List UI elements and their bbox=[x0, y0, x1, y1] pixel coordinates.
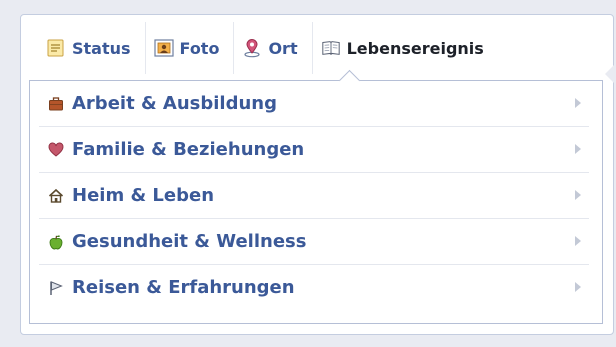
house-icon bbox=[47, 187, 65, 205]
book-icon bbox=[321, 38, 341, 58]
photo-icon bbox=[153, 38, 174, 58]
menu-item-label: Gesundheit & Wellness bbox=[72, 231, 307, 252]
menu-item-family-relationships[interactable]: Familie & Beziehungen bbox=[39, 127, 589, 173]
menu-item-label: Familie & Beziehungen bbox=[72, 139, 305, 160]
tab-life-event-label: Lebensereignis bbox=[346, 38, 484, 58]
menu-item-travel-experiences[interactable]: Reisen & Erfahrungen bbox=[39, 265, 589, 310]
tab-life-event[interactable]: Lebensereignis bbox=[313, 22, 498, 74]
tab-status[interactable]: Status bbox=[38, 22, 146, 74]
chevron-right-icon bbox=[575, 236, 581, 246]
tab-photo[interactable]: Foto bbox=[146, 22, 235, 74]
tab-status-label: Status bbox=[72, 38, 131, 58]
chevron-right-icon bbox=[575, 98, 581, 108]
life-event-menu: Arbeit & Ausbildung Familie & Beziehunge… bbox=[29, 69, 603, 324]
menu-item-health-wellness[interactable]: Gesundheit & Wellness bbox=[39, 219, 589, 265]
menu-item-label: Reisen & Erfahrungen bbox=[72, 277, 295, 298]
tab-photo-label: Foto bbox=[179, 38, 220, 58]
status-icon bbox=[46, 38, 66, 58]
flag-icon bbox=[47, 279, 65, 297]
life-event-composer: Status Foto Ort Lebensereignis Arbeit & … bbox=[20, 14, 614, 335]
menu-item-work-education[interactable]: Arbeit & Ausbildung bbox=[39, 81, 589, 127]
menu-item-label: Heim & Leben bbox=[72, 185, 215, 206]
menu-item-home-living[interactable]: Heim & Leben bbox=[39, 173, 589, 219]
heart-icon bbox=[47, 141, 65, 159]
chevron-right-icon bbox=[575, 282, 581, 292]
menu-item-label: Arbeit & Ausbildung bbox=[72, 93, 277, 114]
chevron-right-icon bbox=[575, 190, 581, 200]
briefcase-icon bbox=[47, 95, 65, 113]
location-pin-icon bbox=[242, 38, 262, 58]
tab-location[interactable]: Ort bbox=[234, 22, 313, 74]
composer-tabs: Status Foto Ort Lebensereignis bbox=[21, 15, 613, 81]
chevron-right-icon bbox=[575, 144, 581, 154]
apple-icon bbox=[47, 233, 65, 251]
tab-location-label: Ort bbox=[268, 38, 298, 58]
